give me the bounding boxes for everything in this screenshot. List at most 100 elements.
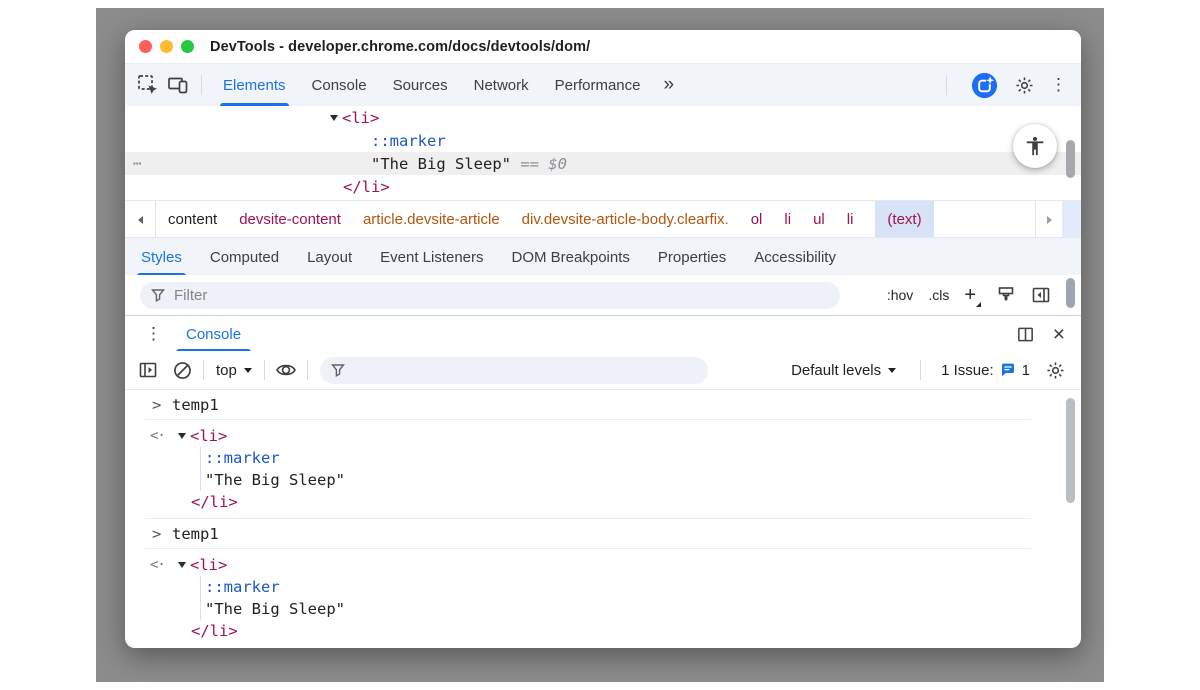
console-input-echo[interactable]: > temp1 — [125, 390, 1081, 419]
rendering-brush-icon[interactable] — [996, 285, 1016, 305]
styles-filter-input[interactable]: Filter — [140, 282, 840, 309]
text-node-value: "The Big Sleep" — [371, 155, 511, 173]
drawer-menu-kebab-icon[interactable]: ⋮ — [145, 316, 162, 352]
more-tabs-icon[interactable]: » — [654, 64, 685, 106]
expand-arrow-icon[interactable] — [178, 562, 186, 568]
new-style-rule-button[interactable]: + — [964, 285, 981, 305]
breadcrumb-item[interactable]: li — [847, 211, 854, 228]
inspect-element-icon[interactable] — [133, 64, 163, 106]
styles-scrollbar-thumb[interactable] — [1066, 278, 1075, 308]
window-title: DevTools - developer.chrome.com/docs/dev… — [210, 39, 590, 55]
context-selector-dropdown[interactable]: top — [212, 362, 256, 379]
expand-arrow-icon[interactable] — [330, 115, 338, 121]
tab-accessibility[interactable]: Accessibility — [740, 238, 850, 276]
styles-filter-row: Filter :hov .cls + — [125, 275, 1081, 315]
tab-layout[interactable]: Layout — [293, 238, 366, 276]
devtools-window: DevTools - developer.chrome.com/docs/dev… — [125, 30, 1081, 648]
log-levels-dropdown[interactable]: Default levels — [787, 362, 900, 379]
elements-breadcrumb: content devsite-content article.devsite-… — [125, 200, 1081, 238]
breadcrumb-item-selected[interactable]: (text) — [875, 201, 933, 238]
tab-event-listeners[interactable]: Event Listeners — [366, 238, 497, 276]
console-filter-input[interactable] — [320, 357, 708, 384]
tab-dom-breakpoints[interactable]: DOM Breakpoints — [498, 238, 644, 276]
toolbar-divider — [946, 75, 947, 95]
chevron-down-icon — [888, 368, 896, 373]
breadcrumb-back-icon[interactable] — [125, 201, 156, 238]
issues-count: 1 — [1022, 362, 1030, 379]
tab-console[interactable]: Console — [299, 64, 380, 106]
close-window-button[interactable] — [139, 40, 152, 53]
console-result[interactable]: <· <li> ::marker "The Big Sleep" </li> — [125, 420, 1081, 518]
tab-sources[interactable]: Sources — [380, 64, 461, 106]
dom-node-marker[interactable]: ::marker — [125, 129, 1081, 152]
live-expression-eye-icon[interactable] — [273, 359, 299, 381]
issues-label: 1 Issue: — [941, 362, 994, 379]
main-menu-kebab-icon[interactable]: ⋮ — [1050, 75, 1067, 95]
dom-node-li-open[interactable]: <li> — [125, 106, 1081, 129]
element-classes-button[interactable]: .cls — [928, 287, 949, 303]
clear-console-icon[interactable] — [169, 360, 195, 381]
minimize-window-button[interactable] — [160, 40, 173, 53]
overflow-dots-icon: ⋯ — [133, 156, 142, 172]
dom-node-li-close[interactable]: </li> — [125, 175, 1081, 198]
space — [539, 155, 548, 173]
li-open-tag: <li> — [190, 427, 227, 445]
console-messages: > temp1 <· <li> ::marker "The Big Sleep"… — [125, 390, 1081, 648]
breadcrumb-forward-icon[interactable] — [1035, 201, 1062, 238]
console-result[interactable]: <· <li> ::marker "The Big Sleep" </li> — [125, 549, 1081, 647]
li-close-tag: </li> — [343, 178, 390, 196]
breadcrumb-item[interactable]: div.devsite-article-body.clearfix. — [522, 211, 729, 228]
toggle-element-state-button[interactable]: :hov — [887, 287, 913, 303]
filter-placeholder: Filter — [174, 287, 207, 304]
device-toolbar-icon[interactable] — [163, 64, 193, 106]
toolbar-divider — [203, 360, 204, 380]
styles-sidebar-tabs: Styles Computed Layout Event Listeners D… — [125, 237, 1081, 276]
marker-pseudo-label: ::marker — [205, 578, 280, 596]
drawer-tab-console[interactable]: Console — [178, 316, 249, 352]
li-close-tag: </li> — [191, 493, 238, 511]
breadcrumb-item[interactable]: devsite-content — [239, 211, 341, 228]
zoom-window-button[interactable] — [181, 40, 194, 53]
dollar-zero-badge: $0 — [548, 155, 567, 173]
tab-network[interactable]: Network — [461, 64, 542, 106]
breadcrumb-item[interactable]: content — [168, 211, 217, 228]
tab-performance[interactable]: Performance — [542, 64, 654, 106]
split-panel-icon[interactable] — [1016, 325, 1035, 344]
li-open-tag: <li> — [190, 556, 227, 574]
filter-funnel-icon — [151, 288, 165, 302]
elements-scrollbar-thumb[interactable] — [1066, 140, 1075, 178]
marker-pseudo-label: ::marker — [205, 449, 280, 467]
tab-properties[interactable]: Properties — [644, 238, 740, 276]
title-bar: DevTools - developer.chrome.com/docs/dev… — [125, 30, 1081, 64]
accessibility-fab-button[interactable] — [1013, 124, 1057, 168]
gemini-assistant-icon[interactable] — [970, 71, 999, 100]
equals-sign: == — [520, 155, 539, 173]
expand-arrow-icon[interactable] — [178, 433, 186, 439]
breadcrumb-item[interactable]: li — [784, 211, 791, 228]
chevron-down-icon — [244, 368, 252, 373]
breadcrumb-item[interactable]: ul — [813, 211, 825, 228]
console-drawer-header: ⋮ Console × — [125, 315, 1081, 352]
close-drawer-icon[interactable]: × — [1053, 324, 1065, 345]
breadcrumb-item[interactable]: article.devsite-article — [363, 211, 500, 228]
li-open-tag: <li> — [342, 109, 379, 127]
return-value-icon: <· — [141, 428, 178, 444]
console-scrollbar-thumb[interactable] — [1066, 398, 1075, 503]
console-sidebar-icon[interactable] — [135, 360, 161, 380]
console-input-echo[interactable]: > temp1 — [125, 519, 1081, 548]
tab-computed[interactable]: Computed — [196, 238, 293, 276]
dom-node-text-selected[interactable]: ⋯ "The Big Sleep" == $0 — [125, 152, 1081, 175]
breadcrumb-item[interactable]: ol — [751, 211, 763, 228]
tab-elements[interactable]: Elements — [210, 64, 299, 106]
toolbar-divider — [307, 360, 308, 380]
toggle-styles-sidebar-icon[interactable] — [1031, 285, 1051, 305]
settings-gear-icon[interactable] — [1014, 75, 1035, 96]
issues-counter[interactable]: 1 Issue: 1 — [941, 362, 1030, 379]
prompt-chevron-icon: > — [152, 525, 172, 543]
toolbar-divider — [920, 360, 921, 380]
tab-styles[interactable]: Styles — [127, 238, 196, 276]
filter-funnel-icon — [331, 363, 345, 377]
toolbar-divider — [264, 360, 265, 380]
console-settings-gear-icon[interactable] — [1042, 360, 1068, 381]
li-close-tag: </li> — [191, 622, 238, 640]
